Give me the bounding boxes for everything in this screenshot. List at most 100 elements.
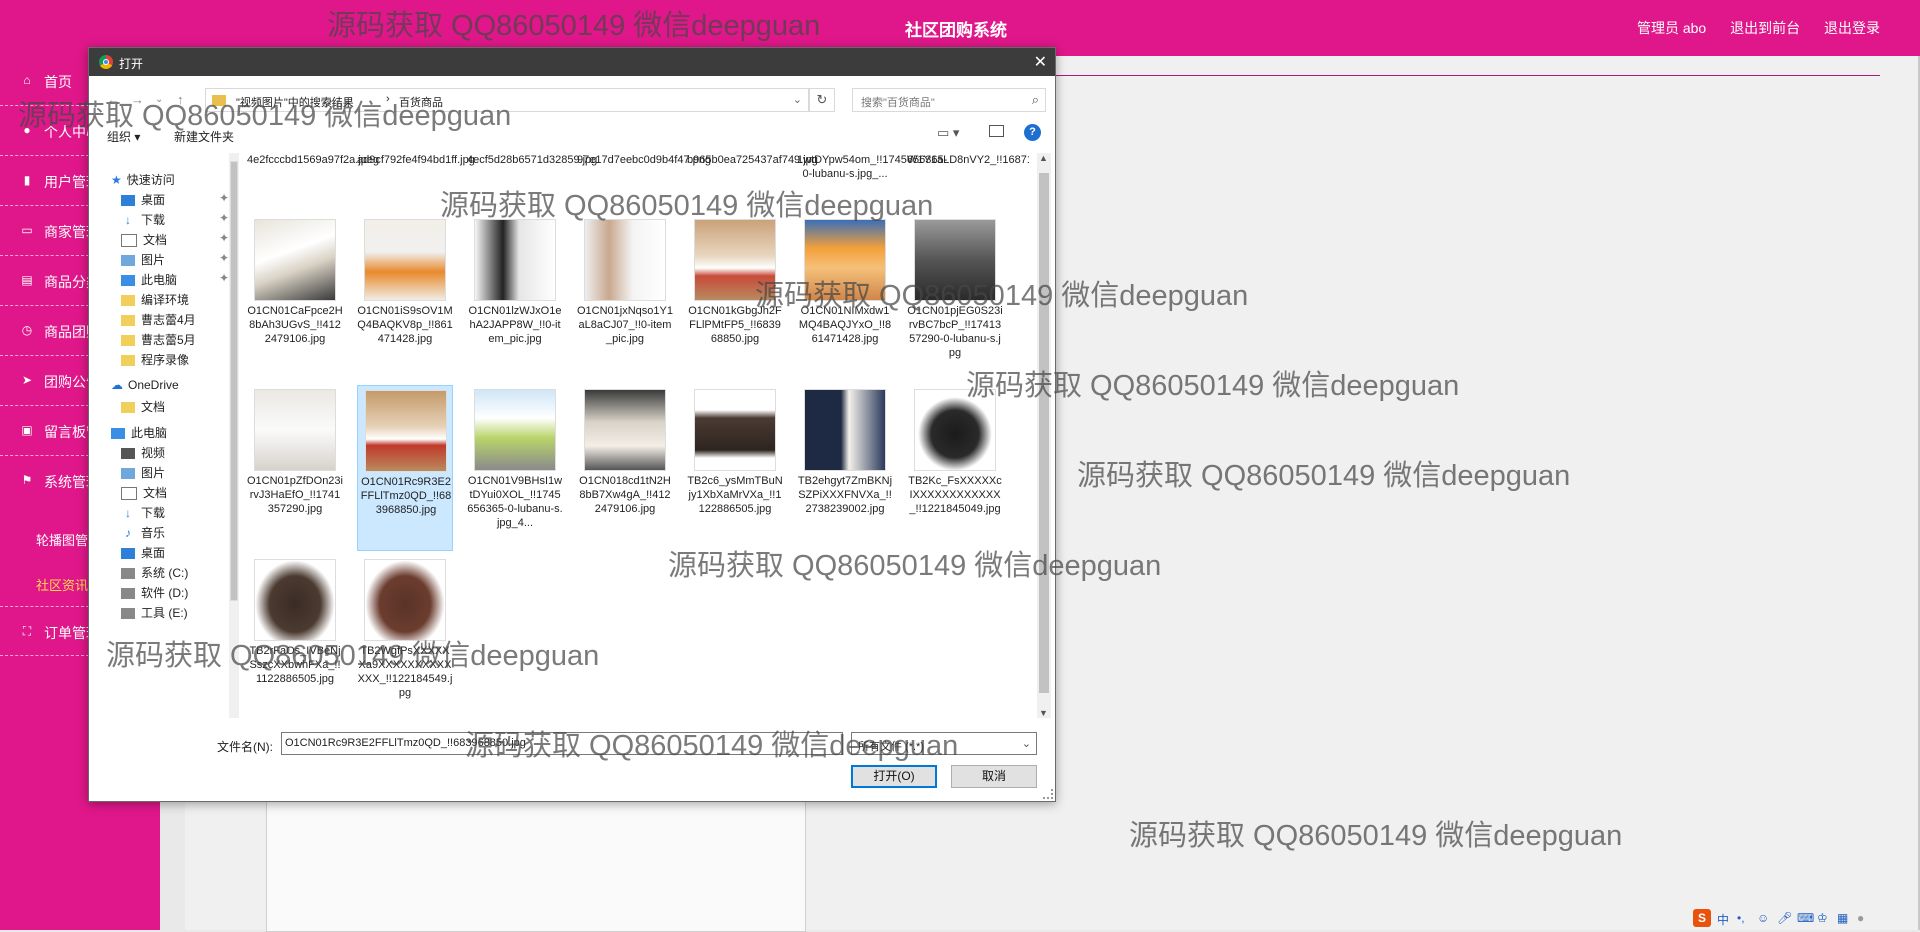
nav-item[interactable]: ↓ 下载 (121, 504, 165, 521)
picture-icon (121, 255, 135, 267)
file-tile[interactable]: O1CN018cd1tN2H8bB7Xw4gA_!!4122479106.jpg (577, 385, 673, 551)
nav-scrollbar[interactable] (229, 153, 239, 718)
nav-item[interactable]: 桌面 (121, 544, 165, 561)
file-list-scrollbar[interactable]: ▲ ▼ (1037, 153, 1051, 718)
file-name-partial[interactable]: 4e2fcccbd1569a97f2a.jpeg (247, 153, 379, 167)
nav-item[interactable]: 图片 ✦ (121, 251, 229, 268)
view-options-icon[interactable]: ▭ ▾ (937, 125, 959, 141)
up-arrow-icon[interactable]: ↑ (177, 92, 184, 107)
scroll-thumb[interactable] (1039, 173, 1049, 693)
file-thumbnail (694, 219, 776, 301)
nav-item[interactable]: 曹志蕾5月 (121, 331, 196, 348)
nav-quick-access[interactable]: ★ 快速访问 (111, 171, 175, 188)
pin-icon: ✦ (219, 211, 230, 225)
nav-this-pc[interactable]: 此电脑 (111, 424, 167, 441)
forward-arrow-icon[interactable]: → (131, 92, 144, 107)
file-name-partial[interactable]: 4ecf5d28b6571d32859.jpg (467, 153, 597, 167)
send-icon: ➤ (21, 373, 33, 387)
store-icon: ▭ (21, 223, 33, 237)
sidebar-sub-news[interactable]: 社区资讯 (36, 575, 88, 594)
file-tile[interactable]: O1CN01pjEG0S23irvBC7bcP_!!1741357290-0-l… (907, 215, 1003, 381)
file-name-partial[interactable]: ad9cf792fe4f94bd1ff.jpg (357, 153, 475, 167)
nav-item[interactable]: 编译环境 (121, 291, 189, 308)
refresh-button[interactable]: ↻ (809, 88, 835, 112)
chevron-down-icon[interactable]: ⌄ (793, 93, 802, 106)
grid-icon[interactable]: ▦ (1837, 911, 1848, 925)
emoji-icon[interactable]: ☺ (1757, 911, 1769, 925)
chevron-down-icon[interactable]: ⌄ (155, 94, 163, 105)
file-tile[interactable]: O1CN01pZfDOn23irvJ3HaEfO_!!1741357290.jp… (247, 385, 343, 551)
ime-language-label[interactable]: 中 (1717, 911, 1729, 928)
file-tile[interactable]: TB2ehgyt7ZmBKNjSZPiXXXFNVXa_!!2738239002… (797, 385, 893, 551)
nav-item[interactable]: 文档 (121, 398, 165, 415)
breadcrumb-separator-icon: › (386, 93, 390, 105)
back-to-front-link[interactable]: 退出到前台 (1730, 20, 1800, 36)
close-icon[interactable]: ✕ (1034, 52, 1047, 72)
file-tile[interactable]: O1CN01lzWJxO1ehA2JAPP8W_!!0-item_pic.jpg (467, 215, 563, 381)
file-tile-selected[interactable]: O1CN01Rc9R3E2FFLlTmz0QD_!!683968850.jpg (357, 385, 453, 551)
punctuation-icon[interactable]: •, (1737, 911, 1745, 925)
nav-item[interactable]: 系统 (C:) (121, 564, 188, 581)
file-thumbnail (474, 219, 556, 301)
preview-pane-icon[interactable] (989, 125, 1004, 137)
new-folder-button[interactable]: 新建文件夹 (174, 128, 234, 145)
file-tile[interactable]: TB2rFaOs_IVBeNjSszcXXbwhFXa_!!1122886505… (247, 555, 343, 718)
nav-onedrive[interactable]: ☁ OneDrive (111, 378, 179, 392)
nav-item[interactable]: 此电脑 ✦ (121, 271, 229, 288)
nav-item[interactable]: 曹志蕾4月 (121, 311, 196, 328)
site-title: 社区团购系统 (905, 21, 1007, 40)
nav-item[interactable]: 视频 (121, 444, 165, 461)
nav-item[interactable]: 桌面 ✦ (121, 191, 229, 208)
sogou-ime-icon[interactable]: S (1693, 909, 1711, 927)
file-thumbnail (584, 389, 666, 471)
nav-item[interactable]: ♪ 音乐 (121, 524, 165, 541)
help-icon[interactable]: ? (1024, 124, 1041, 141)
back-arrow-icon[interactable]: ← (107, 92, 120, 107)
document-icon (121, 487, 137, 501)
desktop-icon (121, 548, 135, 560)
nav-item[interactable]: 文档 (121, 484, 167, 501)
file-name-partial[interactable]: W1Y1aLD8nVY2_!!1687142999.jpg (907, 153, 1029, 167)
file-tile[interactable]: O1CN01NIMxdw1MQ4BAQJYxO_!!861471428.jpg (797, 215, 893, 381)
shirt-icon[interactable]: ♔ (1817, 911, 1828, 925)
organize-button[interactable]: 组织 ▾ (107, 128, 140, 145)
file-tile[interactable]: TB2c6_ysMmTBuNjy1XbXaMrVXa_!!1122886505.… (687, 385, 783, 551)
breadcrumb-current-folder[interactable]: 百货商品 (399, 94, 443, 110)
scroll-up-icon[interactable]: ▲ (1039, 153, 1048, 163)
file-name-partial[interactable]: 97e17d7eebc0d9b4f47.png (577, 153, 711, 167)
filetype-select[interactable]: 所有文件 (*.*) ⌄ (851, 732, 1037, 755)
file-tile[interactable]: TB2Kc_FsXXXXXcIXXXXXXXXXXXX_!!1221845049… (907, 385, 1003, 551)
nav-item[interactable]: ↓ 下载 ✦ (121, 211, 229, 228)
file-tile[interactable]: O1CN01kGbgJh2FFLlPMtFP5_!!683968850.jpg (687, 215, 783, 381)
file-name-partial[interactable]: 1wtDYpw54om_!!1745656365-0-lubanu-s.jpg_… (797, 153, 947, 181)
nav-item[interactable]: 文档 ✦ (121, 231, 229, 248)
logout-link[interactable]: 退出登录 (1824, 20, 1880, 36)
nav-item[interactable]: 程序录像 (121, 351, 189, 368)
keyboard-icon[interactable]: ⌨ (1797, 911, 1814, 925)
file-tile[interactable]: O1CN01CaFpce2H8bAh3UGvS_!!4122479106.jpg (247, 215, 343, 381)
file-tile[interactable]: O1CN01iS9sOV1MQ4BAQKV8p_!!861471428.jpg (357, 215, 453, 381)
filename-input[interactable]: O1CN01Rc9R3E2FFLlTmz0QD_!!683968850.jpg (281, 732, 843, 755)
user-icon[interactable]: ● (1857, 911, 1864, 925)
nav-item[interactable]: 图片 (121, 464, 165, 481)
file-tile[interactable]: TB2WgfPsXXXXXXa9XXXXXXXXXXXXX_!!12218454… (357, 555, 453, 718)
clock-icon: ◷ (21, 323, 33, 337)
search-input[interactable]: 搜索"百货商品" ⌕ (852, 88, 1046, 112)
file-tile[interactable]: O1CN01V9BHsI1wtDYui0XOL_!!1745656365-0-l… (467, 385, 563, 551)
resize-grip-icon[interactable] (1043, 789, 1053, 799)
pin-icon: ✦ (219, 191, 230, 205)
scroll-thumb[interactable] (230, 161, 238, 601)
scroll-down-icon[interactable]: ▼ (1039, 708, 1048, 718)
folder-icon (121, 295, 135, 307)
cloud-icon: ☁ (111, 378, 123, 392)
open-button[interactable]: 打开(O) (851, 765, 937, 788)
file-tile[interactable]: O1CN01jxNqso1Y1aL8aCJ07_!!0-item_pic.jpg (577, 215, 673, 381)
breadcrumb[interactable]: "视频图片"中的搜索结果 › 百货商品 ⌄ (205, 88, 809, 112)
content-divider (1040, 75, 1880, 76)
nav-item[interactable]: 工具 (E:) (121, 604, 188, 621)
cancel-button[interactable]: 取消 (951, 765, 1037, 788)
breadcrumb-search-results[interactable]: "视频图片"中的搜索结果 (236, 94, 354, 110)
file-name-partial[interactable]: b965b0ea725437af749.jpg (687, 153, 818, 167)
nav-item[interactable]: 软件 (D:) (121, 584, 188, 601)
microphone-icon[interactable]: 🎤︎ (1777, 911, 1792, 925)
